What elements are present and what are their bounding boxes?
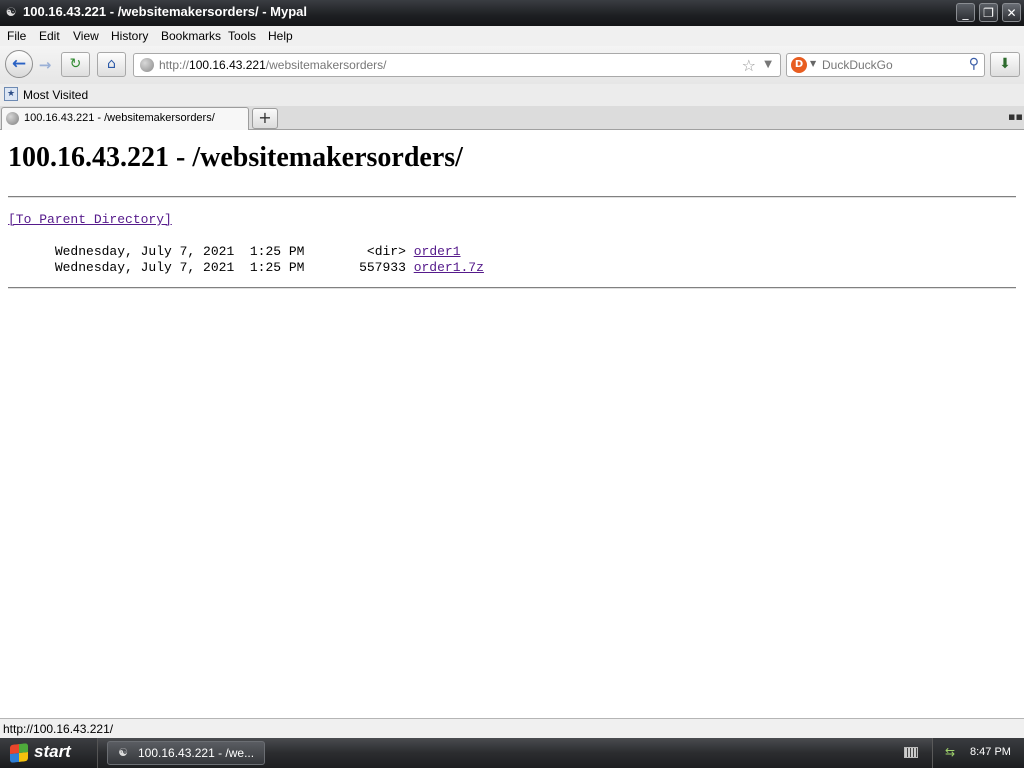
network-icon[interactable]: ⇆ bbox=[943, 745, 957, 759]
most-visited-icon[interactable]: ★ bbox=[4, 87, 18, 101]
entry-link-order1-7z[interactable]: order1.7z bbox=[414, 260, 484, 275]
restore-button[interactable]: ❐ bbox=[979, 3, 998, 22]
tab-label: 100.16.43.221 - /websitemakersorders/ bbox=[24, 112, 215, 124]
clock[interactable]: 8:47 PM bbox=[970, 746, 1011, 758]
navigation-toolbar: ← → ↻ ⌂ http://100.16.43.221/websitemake… bbox=[0, 46, 1024, 84]
bookmark-star-icon[interactable]: ☆ bbox=[742, 56, 756, 75]
menu-tools[interactable]: Tools bbox=[228, 29, 256, 43]
search-magnifier-icon[interactable]: ⚲ bbox=[969, 56, 979, 72]
bookmarks-toolbar: ★ Most Visited bbox=[0, 84, 1024, 106]
menu-file[interactable]: File bbox=[7, 29, 26, 43]
bottom-divider bbox=[8, 287, 1016, 289]
home-button[interactable]: ⌂ bbox=[97, 52, 126, 77]
keyboard-language-icon[interactable] bbox=[904, 747, 918, 758]
system-tray: ⇆ 8:47 PM bbox=[932, 738, 1024, 768]
taskbar: start ☯ 100.16.43.221 - /we... ⇆ 8:47 PM bbox=[0, 738, 1024, 768]
entry-date: Wednesday, July 7, 2021 bbox=[54, 260, 235, 275]
url-text[interactable]: http://100.16.43.221/websitemakersorders… bbox=[159, 58, 387, 72]
url-prefix: http:// bbox=[159, 58, 190, 72]
page-content: 100.16.43.221 - /websitemakersorders/ [T… bbox=[0, 130, 1024, 718]
search-bar[interactable]: D ▼ DuckDuckGo ⚲ bbox=[786, 53, 985, 77]
forward-arrow-icon: → bbox=[38, 56, 52, 74]
menu-view[interactable]: View bbox=[73, 29, 99, 43]
status-bar: http://100.16.43.221/ bbox=[0, 718, 1024, 738]
window-title-bar[interactable]: ☯ 100.16.43.221 - /websitemakersorders/ … bbox=[0, 0, 1024, 26]
forward-button[interactable]: → bbox=[35, 56, 55, 74]
entry-size: <dir> bbox=[366, 244, 406, 259]
menu-edit[interactable]: Edit bbox=[39, 29, 60, 43]
taskbar-window-label: 100.16.43.221 - /we... bbox=[138, 746, 255, 760]
close-button[interactable]: ✕ bbox=[1002, 3, 1021, 22]
url-path: /websitemakersorders/ bbox=[265, 58, 387, 72]
windows-flag-icon bbox=[10, 743, 28, 763]
listing-row: Wednesday, July 7, 2021 1:25 PM <dir> or… bbox=[8, 244, 461, 259]
minimize-button[interactable]: _ bbox=[956, 3, 975, 22]
engine-dropdown-icon[interactable]: ▼ bbox=[810, 59, 816, 68]
menu-help[interactable]: Help bbox=[268, 29, 293, 43]
entry-time: 1:25 PM bbox=[249, 260, 305, 275]
start-button[interactable]: start bbox=[0, 738, 98, 768]
back-arrow-icon: ← bbox=[11, 54, 27, 74]
entry-date: Wednesday, July 7, 2021 bbox=[54, 244, 235, 259]
mypal-app-icon[interactable]: ☯ bbox=[4, 5, 18, 19]
download-arrow-icon: ⬇ bbox=[999, 56, 1011, 72]
parent-directory-link[interactable]: [To Parent Directory] bbox=[8, 212, 172, 227]
window-title: 100.16.43.221 - /websitemakersorders/ - … bbox=[23, 4, 307, 19]
downloads-button[interactable]: ⬇ bbox=[990, 52, 1020, 77]
entry-size: 557933 bbox=[359, 260, 406, 275]
list-all-tabs-icon[interactable]: ▪▪ bbox=[1008, 111, 1023, 123]
url-dropdown-icon[interactable]: ▼ bbox=[764, 59, 772, 70]
duckduckgo-icon[interactable]: D bbox=[791, 57, 807, 73]
tab-strip: 100.16.43.221 - /websitemakersorders/ + … bbox=[0, 106, 1024, 130]
menu-bookmarks[interactable]: Bookmarks bbox=[161, 29, 221, 43]
mypal-task-icon: ☯ bbox=[118, 746, 128, 759]
reload-icon: ↻ bbox=[69, 56, 82, 72]
bookmark-most-visited[interactable]: Most Visited bbox=[23, 88, 88, 102]
start-label: start bbox=[34, 742, 71, 761]
site-identity-globe-icon[interactable] bbox=[140, 58, 154, 72]
home-icon: ⌂ bbox=[107, 56, 116, 72]
entry-time: 1:25 PM bbox=[249, 244, 305, 259]
tab-globe-icon bbox=[6, 112, 19, 125]
url-bar[interactable]: http://100.16.43.221/websitemakersorders… bbox=[133, 53, 781, 77]
top-divider bbox=[8, 196, 1016, 198]
reload-button[interactable]: ↻ bbox=[61, 52, 90, 77]
menu-history[interactable]: History bbox=[111, 29, 148, 43]
url-host: 100.16.43.221 bbox=[189, 58, 266, 72]
taskbar-window-button[interactable]: ☯ 100.16.43.221 - /we... bbox=[107, 741, 265, 765]
listing-row: Wednesday, July 7, 2021 1:25 PM 557933 o… bbox=[8, 260, 484, 275]
back-button[interactable]: ← bbox=[5, 50, 33, 78]
tab-active[interactable]: 100.16.43.221 - /websitemakersorders/ bbox=[1, 107, 249, 130]
menu-bar: File Edit View History Bookmarks Tools H… bbox=[0, 26, 1024, 46]
new-tab-button[interactable]: + bbox=[252, 108, 278, 129]
entry-link-order1[interactable]: order1 bbox=[414, 244, 461, 259]
search-input[interactable]: DuckDuckGo bbox=[822, 58, 893, 72]
status-text: http://100.16.43.221/ bbox=[3, 722, 114, 736]
page-heading: 100.16.43.221 - /websitemakersorders/ bbox=[8, 142, 463, 173]
